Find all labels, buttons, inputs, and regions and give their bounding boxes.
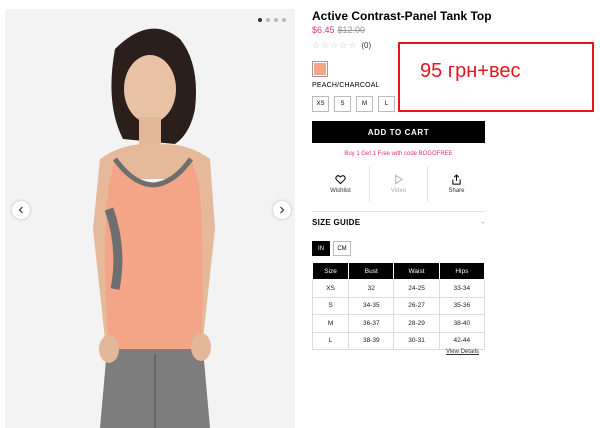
- chevron-left-icon: [18, 206, 23, 214]
- column-header: Size: [311, 262, 350, 280]
- unit-in-button[interactable]: IN: [312, 241, 330, 256]
- wishlist-label: Wishlist: [330, 188, 351, 194]
- add-to-cart-button[interactable]: ADD TO CART: [312, 121, 485, 143]
- rating[interactable]: ☆ ☆ ☆ ☆ ☆ (0): [312, 40, 372, 51]
- product-title: Active Contrast-Panel Tank Top: [312, 9, 492, 23]
- table-cell: 38-40: [438, 314, 486, 333]
- table-cell: L: [311, 331, 350, 350]
- table-cell: XS: [311, 279, 350, 298]
- table-cell: 30-31: [393, 331, 440, 350]
- size-option-s[interactable]: S: [334, 96, 351, 112]
- table-cell: 32: [348, 279, 395, 298]
- share-label: Share: [448, 188, 465, 194]
- size-option-m[interactable]: M: [356, 96, 373, 112]
- star-icon: ☆: [348, 40, 357, 50]
- view-details-link[interactable]: View Details: [446, 349, 479, 355]
- star-icon: ☆: [339, 40, 348, 50]
- color-swatch-fill: [314, 63, 326, 75]
- table-header-row: Size Bust Waist Hips: [311, 262, 486, 280]
- table-cell: 33-34: [438, 279, 486, 298]
- table-row: M 36-37 28-29 38-40: [311, 314, 486, 333]
- gallery-dot[interactable]: [258, 18, 262, 22]
- video-label: Video: [390, 188, 407, 194]
- table-cell: 34-35: [348, 296, 395, 315]
- column-header: Hips: [438, 262, 486, 280]
- original-price: $12.00: [337, 25, 366, 35]
- column-header: Bust: [348, 262, 395, 280]
- gallery-dot[interactable]: [274, 18, 278, 22]
- divider: [312, 211, 485, 212]
- star-icon: ☆: [312, 40, 321, 50]
- unit-cm-button[interactable]: CM: [333, 241, 351, 256]
- size-option-l[interactable]: L: [378, 96, 395, 112]
- table-cell: 42-44: [438, 331, 486, 350]
- table-cell: M: [311, 314, 350, 333]
- heart-icon: [335, 175, 346, 185]
- size-guide-title: SIZE GUIDE: [312, 218, 361, 227]
- wishlist-button[interactable]: Wishlist: [312, 166, 370, 202]
- size-option-xs[interactable]: XS: [312, 96, 329, 112]
- size-guide-header[interactable]: SIZE GUIDE -: [312, 218, 485, 227]
- star-icon: ☆: [321, 40, 330, 50]
- unit-toggle: IN CM: [312, 241, 351, 256]
- table-row: S 34-35 26-27 35-36: [311, 296, 486, 315]
- gallery-next-button[interactable]: [273, 201, 291, 219]
- play-icon: [395, 174, 404, 185]
- share-button[interactable]: Share: [428, 166, 485, 202]
- annotation-text: 95 грн+вес: [420, 60, 521, 82]
- table-cell: 36-37: [348, 314, 395, 333]
- video-button[interactable]: Video: [370, 166, 428, 202]
- table-cell: 24-25: [393, 279, 440, 298]
- review-count: (0): [361, 41, 372, 50]
- annotation-box: 95 грн+вес: [398, 42, 594, 112]
- promo-text: Buy 1 Get 1 Free with code BOGOFREE: [344, 151, 453, 157]
- gallery-dots[interactable]: [258, 18, 286, 22]
- column-header: Waist: [393, 262, 440, 280]
- gallery-dot[interactable]: [266, 18, 270, 22]
- table-cell: 26-27: [393, 296, 440, 315]
- chevron-right-icon: [280, 206, 285, 214]
- collapse-icon: -: [482, 218, 485, 227]
- table-cell: 35-36: [438, 296, 486, 315]
- table-row: XS 32 24-25 33-34: [311, 279, 486, 298]
- size-selector: XS S M L: [312, 96, 395, 112]
- product-image-gallery[interactable]: [5, 9, 295, 428]
- table-row: L 38-39 30-31 42-44: [311, 331, 486, 350]
- sale-price: $6.45: [312, 25, 335, 35]
- product-actions: Wishlist Video Share: [312, 166, 485, 202]
- size-chart-table: Size Bust Waist Hips XS 32 24-25 33-34 S…: [311, 262, 486, 350]
- color-name: PEACH/CHARCOAL: [312, 82, 380, 89]
- table-cell: S: [311, 296, 350, 315]
- share-icon: [452, 174, 461, 185]
- table-cell: 28-29: [393, 314, 440, 333]
- star-icon: ☆: [330, 40, 339, 50]
- price: $6.45 $12.00: [312, 25, 365, 35]
- table-cell: 38-39: [348, 331, 395, 350]
- gallery-dot[interactable]: [282, 18, 286, 22]
- product-photo: [5, 9, 295, 428]
- gallery-prev-button[interactable]: [12, 201, 30, 219]
- color-swatch[interactable]: [312, 61, 328, 77]
